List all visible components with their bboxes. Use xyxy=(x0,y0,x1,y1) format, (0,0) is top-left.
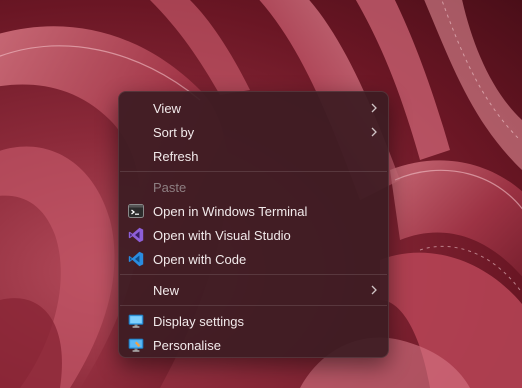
menu-item-view[interactable]: View xyxy=(119,96,388,120)
menu-item-personalise-label: Personalise xyxy=(153,337,221,353)
menu-item-open-in-windows-terminal[interactable]: Open in Windows Terminal xyxy=(119,199,388,223)
menu-item-sort-by-label: Sort by xyxy=(153,124,195,140)
menu-item-display-settings[interactable]: Display settings xyxy=(119,309,388,333)
menu-item-open-with-visual-studio[interactable]: Open with Visual Studio xyxy=(119,223,388,247)
desktop[interactable]: View Sort by Refresh Paste Open in Windo… xyxy=(0,0,522,388)
desktop-context-menu: View Sort by Refresh Paste Open in Windo… xyxy=(118,91,389,358)
personalise-icon xyxy=(128,338,144,352)
menu-item-open-with-code[interactable]: Open with Code xyxy=(119,247,388,271)
chevron-right-icon xyxy=(371,103,377,113)
chevron-right-icon xyxy=(371,285,377,295)
menu-item-sort-by[interactable]: Sort by xyxy=(119,120,388,144)
menu-item-display-settings-label: Display settings xyxy=(153,313,245,329)
terminal-icon xyxy=(128,204,144,218)
menu-item-open-with-code-label: Open with Code xyxy=(153,251,247,267)
menu-item-refresh-label: Refresh xyxy=(153,148,199,164)
menu-item-refresh[interactable]: Refresh xyxy=(119,144,388,168)
menu-separator xyxy=(120,274,387,275)
chevron-right-icon xyxy=(371,127,377,137)
menu-item-personalise[interactable]: Personalise xyxy=(119,333,388,357)
menu-item-new[interactable]: New xyxy=(119,278,388,302)
menu-item-open-in-windows-terminal-label: Open in Windows Terminal xyxy=(153,203,308,219)
menu-item-view-label: View xyxy=(153,100,181,116)
menu-separator xyxy=(120,171,387,172)
vscode-icon xyxy=(128,251,144,267)
menu-item-open-with-visual-studio-label: Open with Visual Studio xyxy=(153,227,291,243)
menu-item-paste-label: Paste xyxy=(153,179,187,195)
menu-item-paste: Paste xyxy=(119,175,388,199)
menu-separator xyxy=(120,305,387,306)
visual-studio-icon xyxy=(128,227,144,243)
display-icon xyxy=(128,314,144,328)
menu-item-new-label: New xyxy=(153,282,180,298)
